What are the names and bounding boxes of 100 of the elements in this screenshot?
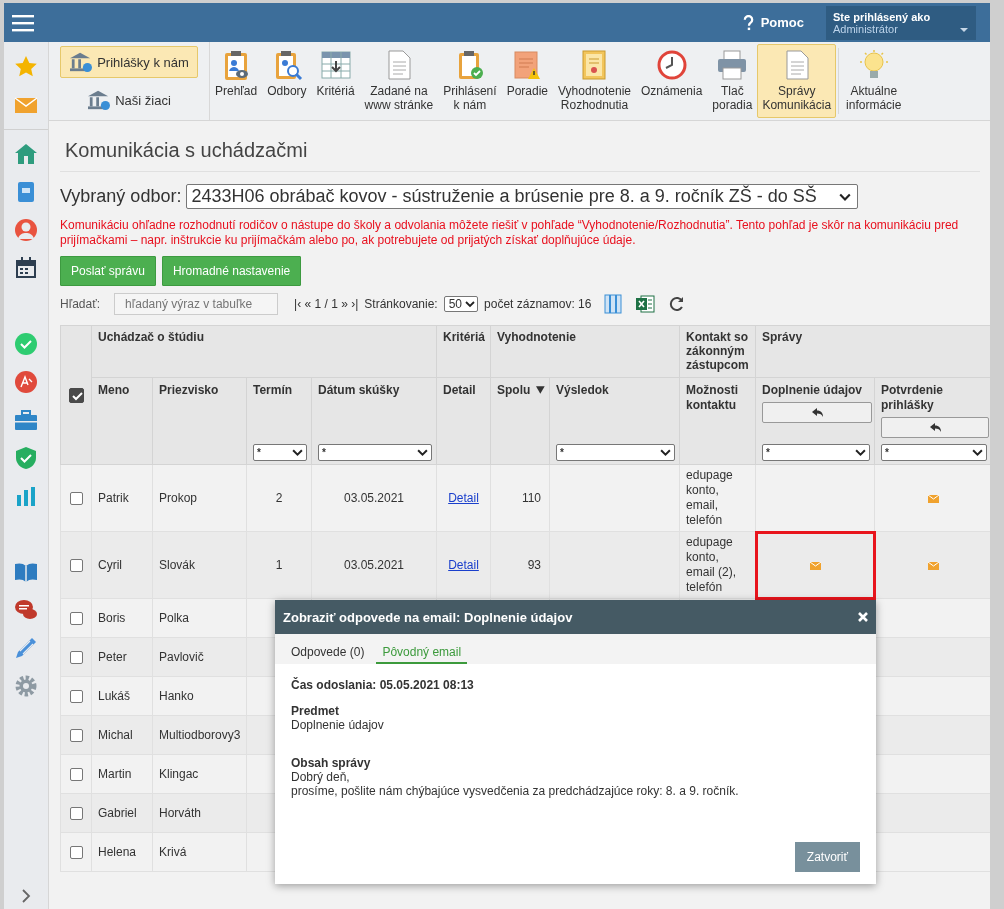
reply-button[interactable] xyxy=(881,417,990,438)
briefcase-icon[interactable] xyxy=(14,408,38,432)
toolbar-button[interactable]: Vyhodnotenie Rozhodnutia xyxy=(553,44,636,118)
filter-dropdown[interactable]: * xyxy=(318,444,432,461)
table-cell: 93 xyxy=(527,558,541,572)
checkbox[interactable] xyxy=(69,807,83,821)
checkbox[interactable] xyxy=(69,846,83,860)
toolbar-button[interactable]: Aktuálne informácie xyxy=(841,44,907,118)
column-header[interactable]: Doplnenie údajov xyxy=(762,383,863,398)
book-icon[interactable] xyxy=(14,560,38,584)
page-title: Komunikácia s uchádzačmi xyxy=(60,121,980,172)
checkmark-badge-icon[interactable] xyxy=(14,332,38,356)
table-cell: Patrik xyxy=(98,491,129,505)
filter-dropdown[interactable]: * xyxy=(762,444,871,461)
caret-icon xyxy=(855,447,867,458)
column-header[interactable]: Meno xyxy=(98,383,130,398)
toolbar-button[interactable]: Prihlášky k nám xyxy=(60,46,198,78)
toolbar-button[interactable]: Oznámenia xyxy=(635,44,708,118)
pencil-icon[interactable] xyxy=(14,636,38,660)
checkbox[interactable] xyxy=(69,768,83,782)
help-icon xyxy=(741,14,755,31)
checkbox[interactable] xyxy=(69,492,83,506)
paging-dropdown[interactable]: 50 xyxy=(443,296,479,312)
checkbox[interactable] xyxy=(69,729,83,743)
body-label: Obsah správy xyxy=(291,756,372,770)
circle-squiggle-icon[interactable] xyxy=(14,370,38,394)
chevron-right-icon[interactable] xyxy=(19,889,33,903)
gear-icon[interactable] xyxy=(14,674,38,698)
caret-icon xyxy=(417,447,428,458)
toolbar-button[interactable]: Tlač poradia xyxy=(707,44,758,118)
column-header[interactable]: Dátum skúšky xyxy=(318,383,400,398)
record-count: počet záznamov: 16 xyxy=(484,297,592,311)
bar-chart-icon[interactable] xyxy=(14,484,38,508)
checkbox[interactable] xyxy=(69,559,83,573)
table-cell: 2 xyxy=(275,491,283,505)
checkbox[interactable] xyxy=(69,651,83,665)
checkbox[interactable] xyxy=(68,387,84,403)
bank-building-icon xyxy=(69,51,94,73)
column-header[interactable]: Priezvisko xyxy=(159,383,219,398)
toolbar-button[interactable]: Odbory xyxy=(262,44,312,118)
column-header[interactable]: Potvrdenie prihlášky xyxy=(881,383,988,413)
notice-text: Komunikáciu ohľadne rozhodnutí rodičov o nástupe do školy a odvolania môžete riešiť v pohľade “Vyhodnotenie/Rozhodnutia”. Tento pohľad je skôr na komunikáciu pred prijímačkami – napr. inštrukcie ku prijímačkám alebo po, ak potrebujete od prijatých získať doplňujúce údaje. xyxy=(60,218,960,248)
table-cell-text: edupage konto, email (2), telefón xyxy=(686,534,738,596)
table-cell: Multiodborovy3 xyxy=(159,728,241,742)
tab[interactable]: Odpovede (0) xyxy=(285,634,371,664)
reply-button[interactable] xyxy=(762,402,873,423)
columns-icon[interactable] xyxy=(603,294,624,314)
help-link[interactable]: Pomoc xyxy=(741,14,804,31)
table-cell: Lukáš xyxy=(98,689,131,703)
column-group-header: Uchádzač o štúdiu xyxy=(91,325,437,378)
table-cell: 03.05.2021 xyxy=(343,491,405,505)
table-cell: Horváth xyxy=(159,806,202,820)
filter-dropdown[interactable]: * xyxy=(253,444,307,461)
user-name: Administrátor xyxy=(833,22,898,35)
detail-link[interactable]: Detail xyxy=(448,558,479,572)
column-header[interactable]: Termín xyxy=(253,383,293,398)
table-cell-text: edupage konto, email, telefón xyxy=(686,467,734,529)
column-header[interactable]: Výsledok xyxy=(556,383,609,398)
table-cell: Cyril xyxy=(98,558,122,572)
table-cell: 03.05.2021 xyxy=(343,558,405,572)
column-header[interactable]: Detail xyxy=(443,383,476,398)
house-icon[interactable] xyxy=(14,142,38,166)
table-cell: Hanko xyxy=(159,689,194,703)
table-cell: Pavlovič xyxy=(159,650,204,664)
checkbox[interactable] xyxy=(69,612,83,626)
search-field[interactable]: hľadaný výraz v tabuľke xyxy=(114,293,279,315)
column-header[interactable]: Spolu xyxy=(497,383,531,398)
toolbar-button[interactable]: Prihlásení k nám xyxy=(438,44,502,118)
chat-bubbles-icon[interactable] xyxy=(14,598,38,622)
filter-dropdown[interactable]: * xyxy=(881,444,988,461)
calendar-icon[interactable] xyxy=(14,256,38,280)
sort-arrow-icon[interactable] xyxy=(536,386,545,394)
pagination[interactable]: |‹ « 1 / 1 » ›| xyxy=(294,297,359,311)
toolbar-button[interactable]: Správy Komunikácia xyxy=(757,44,837,118)
toolbar-button[interactable]: Naši žiaci xyxy=(78,84,180,116)
checkbox[interactable] xyxy=(69,690,83,704)
table-cell: Helena xyxy=(98,845,137,859)
detail-link[interactable]: Detail xyxy=(448,491,479,505)
menu-icon[interactable] xyxy=(12,13,34,32)
user-menu[interactable]: Ste prihlásený ako Administrátor xyxy=(826,5,976,40)
paging-label: Stránkovanie: xyxy=(364,297,438,311)
close-icon[interactable] xyxy=(858,612,868,622)
message-line: prosíme, pošlite nám chýbajúce vysvedčenia za predchádzajúce roky: 8. a 9. ročník. xyxy=(291,784,740,798)
shield-check-icon[interactable] xyxy=(14,446,38,470)
message-line: Dobrý deň, xyxy=(291,770,351,784)
column-group-header: Správy xyxy=(755,325,990,378)
spreadsheet-icon[interactable] xyxy=(635,294,656,314)
toolbar-button[interactable]: Poradie xyxy=(501,44,553,118)
toolbar-button[interactable]: Prehľad xyxy=(210,44,263,118)
star-icon[interactable] xyxy=(14,55,38,79)
field-dropdown[interactable]: 2433H06 obrábač kovov - sústruženie a brúsenie pre 8. a 9. ročník ZŠ - do SŠ xyxy=(186,184,858,209)
toolbar-button[interactable]: Kritériá xyxy=(311,44,360,118)
toolbar-button[interactable]: Zadané na www stránke xyxy=(359,44,439,118)
filter-dropdown[interactable]: * xyxy=(556,444,676,461)
person-icon[interactable] xyxy=(14,218,38,242)
table-cell: 110 xyxy=(521,491,541,505)
reply-icon xyxy=(810,407,824,418)
field-label: Vybraný odbor: xyxy=(60,186,182,207)
table-cell: Martin xyxy=(98,767,132,781)
caret-icon xyxy=(972,447,984,458)
